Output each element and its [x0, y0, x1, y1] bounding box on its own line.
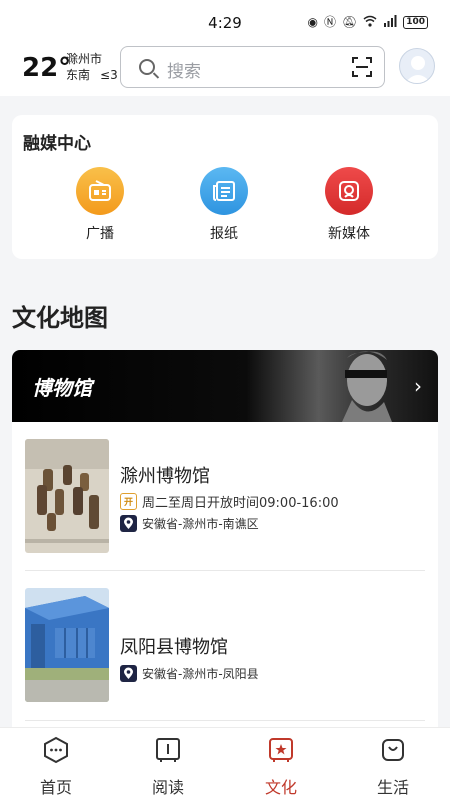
museum-address: 安徽省-滁州市-南谯区: [120, 515, 259, 532]
media-center-card: 融媒中心 广播 报纸 新媒体: [12, 115, 438, 259]
open-tag-icon: 开: [120, 493, 137, 510]
bottom-tab-bar: 首页 阅读 文化 生活: [0, 727, 450, 800]
culture-icon: [269, 738, 293, 762]
museum-name: 凤阳县博物馆: [120, 637, 228, 658]
tab-life[interactable]: 生活: [353, 736, 433, 798]
book-icon: [156, 738, 180, 762]
signal-icon: [383, 15, 397, 29]
museum-list: 滁州博物馆 开 周二至周日开放时间09:00-16:00 安徽省-滁州市-南谯区: [12, 422, 438, 727]
newspaper-icon: [200, 167, 248, 215]
search-bar[interactable]: 搜索: [120, 46, 385, 88]
museum-address-text: 安徽省-滁州市-凤阳县: [142, 667, 259, 681]
statue-image: [342, 351, 392, 422]
tab-reading[interactable]: 阅读: [128, 736, 208, 798]
eye-icon: ◉: [307, 15, 318, 29]
location-pin-icon: [120, 665, 137, 682]
media-center-title: 融媒中心: [23, 134, 91, 154]
tab-label: 阅读: [151, 778, 184, 797]
avatar[interactable]: [399, 48, 435, 84]
wifi-icon: [363, 15, 377, 29]
search-icon: [139, 59, 155, 75]
battery-indicator: 100: [403, 15, 428, 29]
media-item-label: 新媒体: [328, 226, 370, 242]
life-icon: [382, 739, 404, 761]
museum-hours-text: 周二至周日开放时间09:00-16:00: [142, 496, 339, 511]
tab-label: 文化: [264, 778, 297, 797]
museum-hours: 开 周二至周日开放时间09:00-16:00: [120, 492, 339, 511]
museum-address: 安徽省-滁州市-凤阳县: [120, 665, 259, 682]
tab-home[interactable]: 首页: [16, 736, 96, 798]
weather-temperature: 22°: [22, 53, 72, 83]
chevron-right-icon[interactable]: ›: [414, 374, 422, 398]
radio-icon: [76, 167, 124, 215]
top-header: 22° 滁州市 东南 ≤3 搜索: [0, 40, 450, 96]
museum-banner-title: 博物馆: [32, 376, 92, 400]
scan-icon[interactable]: [352, 57, 372, 77]
museum-thumbnail: [25, 439, 109, 553]
nfc-icon: Ⓝ: [323, 15, 336, 29]
home-icon: [44, 736, 68, 764]
new-media-icon: [325, 167, 373, 215]
divider: [25, 720, 425, 721]
tab-culture[interactable]: 文化: [241, 736, 321, 798]
wind-direction: 东南: [66, 68, 91, 82]
list-item[interactable]: 凤阳县博物馆 安徽省-滁州市-凤阳县: [12, 571, 438, 721]
media-item-new-media[interactable]: 新媒体: [309, 167, 389, 243]
media-item-label: 报纸: [210, 226, 238, 242]
city-name: 滁州市: [66, 52, 103, 66]
museum-banner[interactable]: 博物馆 ›: [12, 350, 438, 422]
location-pin-icon: [120, 515, 137, 532]
list-item[interactable]: 滁州博物馆 开 周二至周日开放时间09:00-16:00 安徽省-滁州市-南谯区: [12, 422, 438, 572]
tab-label: 首页: [39, 778, 72, 797]
weather-location: 滁州市 东南 ≤3: [66, 51, 118, 83]
culture-map-title: 文化地图: [12, 304, 108, 332]
media-item-newspaper[interactable]: 报纸: [184, 167, 264, 243]
search-placeholder[interactable]: 搜索: [167, 57, 201, 82]
museum-name: 滁州博物馆: [120, 466, 210, 487]
mute-icon: 🔕︎: [341, 15, 358, 29]
museum-address-text: 安徽省-滁州市-南谯区: [142, 517, 259, 531]
tab-label: 生活: [376, 778, 409, 797]
media-item-label: 广播: [86, 226, 114, 242]
wind-level: ≤3: [100, 68, 118, 82]
status-icons: ◉ Ⓝ 🔕︎ 100: [307, 15, 428, 29]
media-item-radio[interactable]: 广播: [60, 167, 140, 243]
status-bar: 4:29 ◉ Ⓝ 🔕︎ 100: [0, 0, 450, 40]
museum-thumbnail: [25, 588, 109, 702]
